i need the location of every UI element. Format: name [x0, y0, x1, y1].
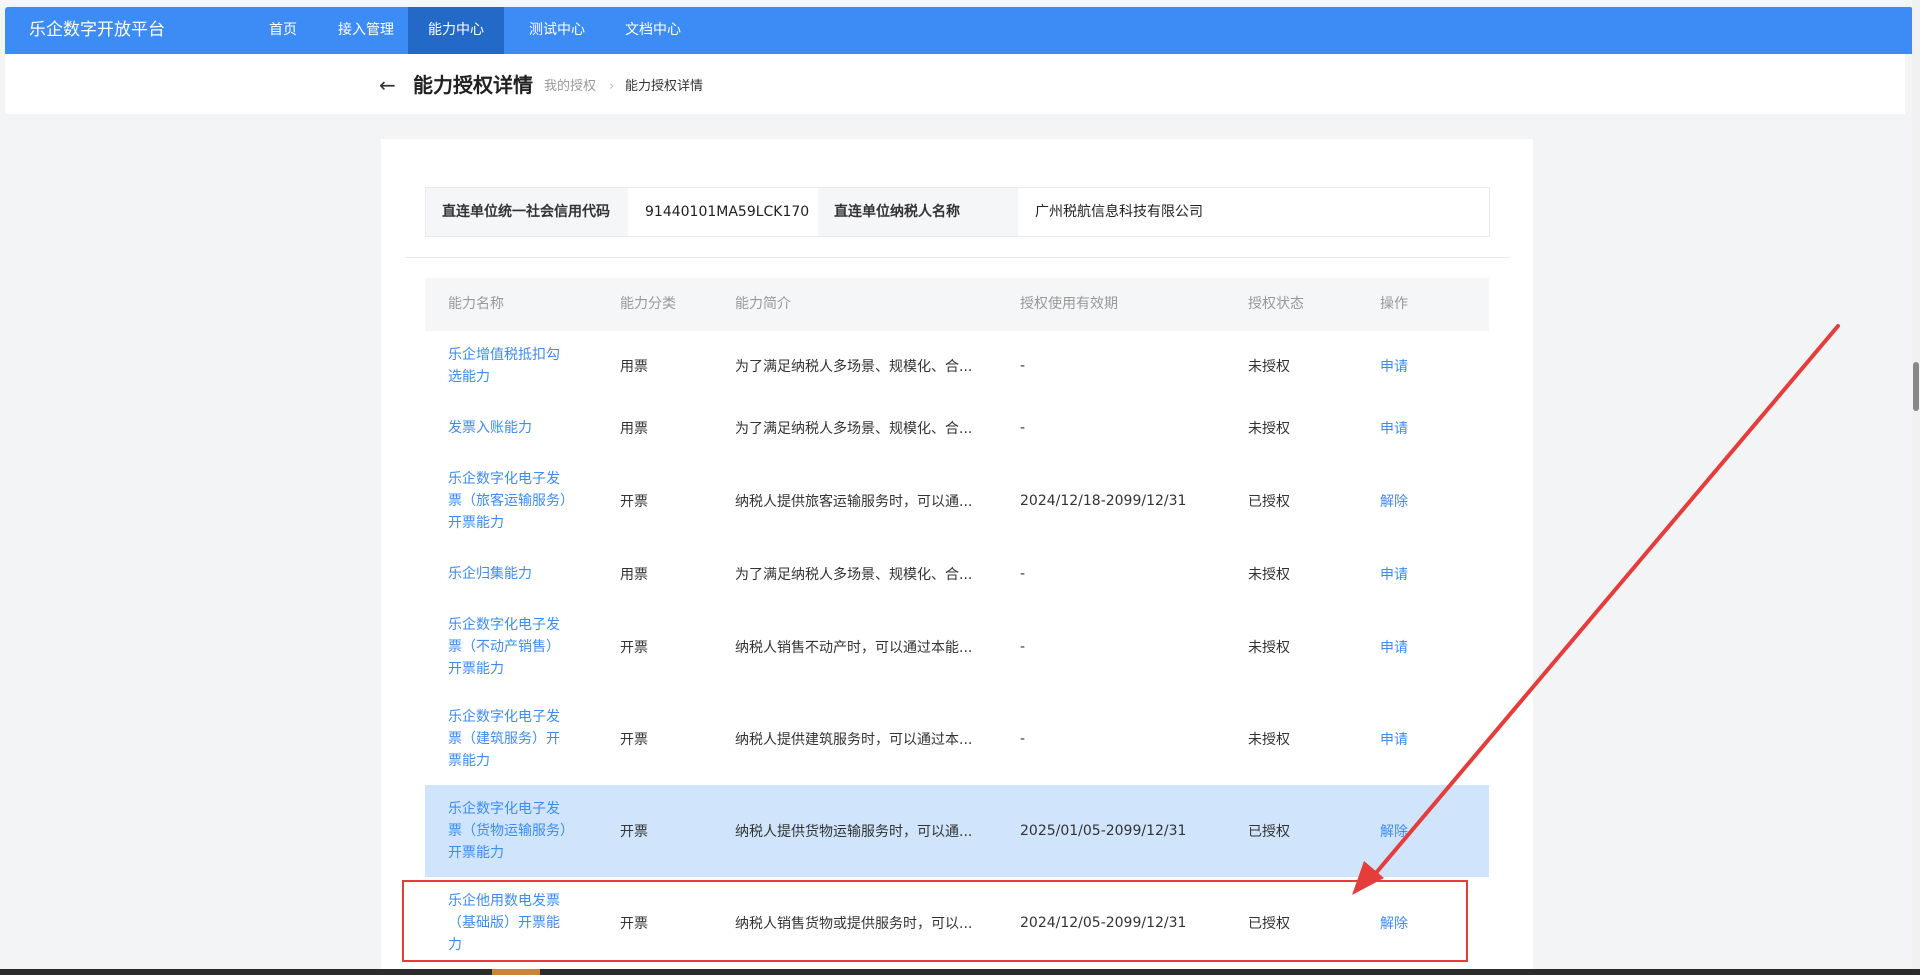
capability-name-link[interactable]: 发票入账能力	[448, 401, 568, 455]
validity-period: -	[1020, 566, 1026, 582]
authorization-status: 未授权	[1248, 359, 1290, 375]
capability-category: 用票	[620, 359, 648, 375]
credit-code-label: 直连单位统一社会信用代码	[426, 188, 628, 236]
nav-item-test-center[interactable]: 测试中心	[518, 7, 596, 54]
authorization-status: 未授权	[1248, 640, 1290, 656]
capability-description: 纳税人提供建筑服务时，可以通过本...	[735, 732, 973, 748]
validity-period: 2025/01/05-2099/12/31	[1020, 823, 1187, 839]
top-navigation-bar: 乐企数字开放平台 首页 接入管理 能力中心 测试中心 文档中心	[5, 7, 1913, 54]
validity-period: -	[1020, 731, 1026, 747]
revoke-button[interactable]: 解除	[1380, 785, 1408, 877]
validity-period: 2024/12/18-2099/12/31	[1020, 493, 1187, 509]
back-arrow-icon[interactable]: ←	[379, 70, 396, 100]
capability-name-link[interactable]: 乐企数字化电子发票（不动产销售）开票能力	[448, 601, 568, 693]
capability-description: 纳税人销售不动产时，可以通过本能...	[735, 640, 973, 656]
breadcrumb-current: 能力授权详情	[625, 79, 704, 94]
credit-code-value: 91440101MA59LCK170	[645, 204, 810, 220]
revoke-button[interactable]: 解除	[1380, 455, 1408, 547]
capability-category: 开票	[620, 640, 648, 656]
breadcrumb-my-authorization[interactable]: 我的授权	[544, 78, 596, 96]
validity-period: -	[1020, 639, 1026, 655]
brand-logo-text[interactable]: 乐企数字开放平台	[29, 7, 165, 54]
table-row: 乐企数字化电子发票（不动产销售）开票能力 开票 纳税人销售不动产时，可以通过本能…	[425, 601, 1489, 694]
nav-item-access-management[interactable]: 接入管理	[327, 7, 405, 54]
annotation-highlight-box	[402, 880, 1468, 962]
page-header-bar	[5, 54, 1905, 114]
table-row: 发票入账能力 用票 为了满足纳税人多场景、规模化、合... - 未授权 申请	[425, 401, 1489, 456]
capability-category: 开票	[620, 732, 648, 748]
capability-name-link[interactable]: 乐企数字化电子发票（货物运输服务）开票能力	[448, 785, 568, 877]
apply-button[interactable]: 申请	[1380, 601, 1408, 693]
capability-description: 为了满足纳税人多场景、规模化、合...	[735, 567, 973, 583]
table-row-highlighted: 乐企数字化电子发票（货物运输服务）开票能力 开票 纳税人提供货物运输服务时，可以…	[425, 785, 1489, 878]
capability-name-link[interactable]: 乐企数字化电子发票（建筑服务）开票能力	[448, 693, 568, 785]
capability-category: 用票	[620, 567, 648, 583]
capability-description: 纳税人提供货物运输服务时，可以通...	[735, 824, 973, 840]
table-row: 乐企增值税抵扣勾选能力 用票 为了满足纳税人多场景、规模化、合... - 未授权…	[425, 331, 1489, 402]
column-header-action: 操作	[1380, 296, 1408, 312]
column-header-validity: 授权使用有效期	[1020, 296, 1118, 312]
capability-description: 为了满足纳税人多场景、规模化、合...	[735, 359, 973, 375]
table-header: 能力名称 能力分类 能力简介 授权使用有效期 授权状态 操作	[425, 278, 1489, 331]
page-title: 能力授权详情	[413, 73, 533, 97]
taxpayer-name-label: 直连单位纳税人名称	[818, 188, 1018, 236]
section-divider	[405, 257, 1509, 258]
validity-period: -	[1020, 420, 1026, 436]
taskbar-app-indicator	[492, 969, 540, 975]
entity-info-panel: 直连单位统一社会信用代码 91440101MA59LCK170 直连单位纳税人名…	[425, 187, 1490, 237]
capability-name-link[interactable]: 乐企增值税抵扣勾选能力	[448, 331, 568, 401]
authorization-status: 已授权	[1248, 824, 1290, 840]
authorization-status: 未授权	[1248, 732, 1290, 748]
apply-button[interactable]: 申请	[1380, 547, 1408, 601]
column-header-status: 授权状态	[1248, 296, 1304, 312]
capability-description: 纳税人提供旅客运输服务时，可以通...	[735, 494, 973, 510]
column-header-name: 能力名称	[448, 296, 504, 312]
scrollbar-thumb[interactable]	[1913, 362, 1919, 411]
authorization-status: 未授权	[1248, 567, 1290, 583]
authorization-status: 未授权	[1248, 421, 1290, 437]
table-row: 乐企数字化电子发票（旅客运输服务）开票能力 开票 纳税人提供旅客运输服务时，可以…	[425, 455, 1489, 548]
taskbar-edge	[0, 969, 1920, 975]
capability-category: 开票	[620, 494, 648, 510]
nav-item-doc-center[interactable]: 文档中心	[614, 7, 692, 54]
browser-top-edge	[0, 0, 1920, 5]
column-header-description: 能力简介	[735, 296, 791, 312]
taxpayer-name-value: 广州税航信息科技有限公司	[1035, 204, 1203, 220]
nav-item-home[interactable]: 首页	[255, 7, 311, 54]
apply-button[interactable]: 申请	[1380, 401, 1408, 455]
apply-button[interactable]: 申请	[1380, 693, 1408, 785]
validity-period: -	[1020, 358, 1026, 374]
authorization-status: 已授权	[1248, 494, 1290, 510]
column-header-category: 能力分类	[620, 296, 676, 312]
capability-description: 为了满足纳税人多场景、规模化、合...	[735, 421, 973, 437]
capability-name-link[interactable]: 乐企数字化电子发票（旅客运输服务）开票能力	[448, 455, 568, 547]
table-row: 乐企归集能力 用票 为了满足纳税人多场景、规模化、合... - 未授权 申请	[425, 547, 1489, 602]
breadcrumb-separator-icon: ›	[609, 79, 615, 94]
capability-category: 开票	[620, 824, 648, 840]
capability-name-link[interactable]: 乐企归集能力	[448, 547, 568, 601]
capability-category: 用票	[620, 421, 648, 437]
nav-item-capability-center[interactable]: 能力中心	[408, 7, 504, 54]
table-row: 乐企数字化电子发票（建筑服务）开票能力 开票 纳税人提供建筑服务时，可以通过本.…	[425, 693, 1489, 786]
apply-button[interactable]: 申请	[1380, 331, 1408, 401]
vertical-scrollbar[interactable]	[1912, 0, 1920, 975]
